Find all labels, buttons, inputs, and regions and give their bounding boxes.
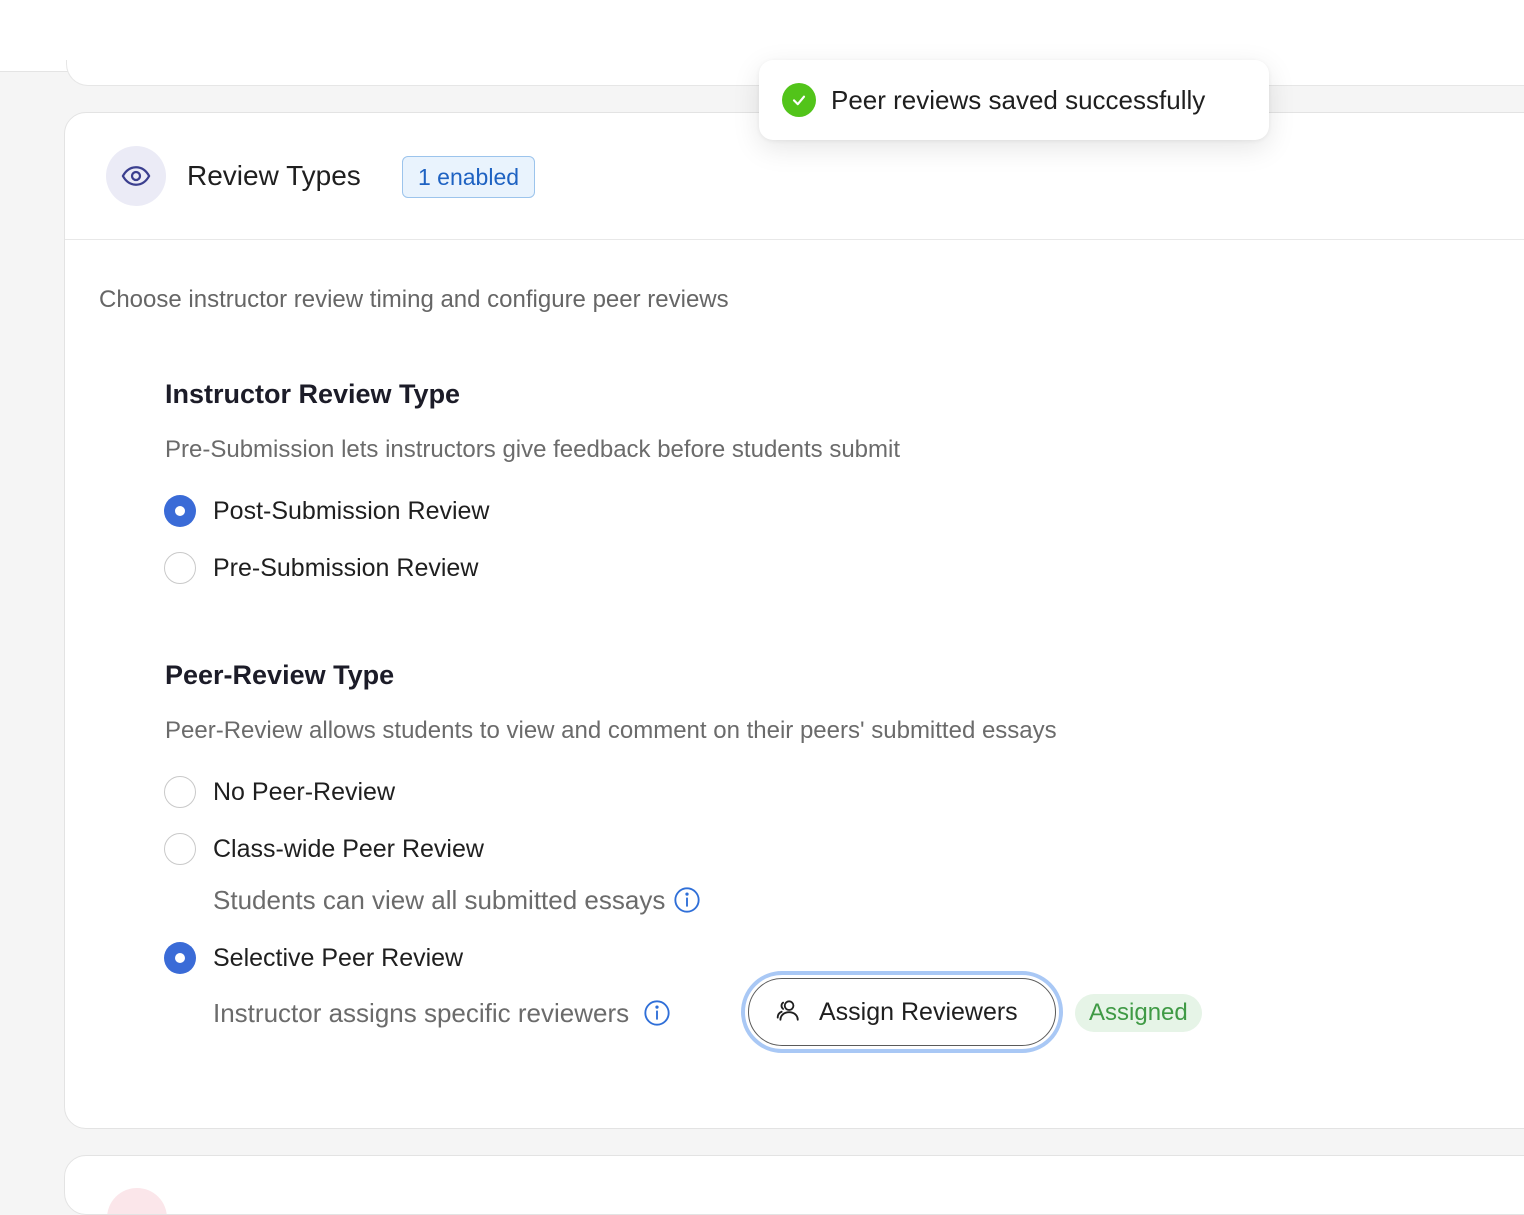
radio-button[interactable] (164, 776, 196, 808)
assign-reviewers-focus-ring: Assign Reviewers (741, 971, 1063, 1053)
info-icon[interactable] (643, 999, 671, 1027)
info-icon[interactable] (673, 886, 701, 914)
radio-post-submission[interactable]: Post-Submission Review (164, 494, 490, 528)
selective-description-text: Instructor assigns specific reviewers (213, 998, 630, 1028)
peer-review-subtitle: Peer-Review allows students to view and … (165, 717, 1057, 744)
radio-button-checked[interactable] (164, 495, 196, 527)
peer-review-title: Peer-Review Type (165, 660, 395, 690)
next-card (64, 1155, 1524, 1215)
class-wide-description-text: Students can view all submitted essays (213, 885, 666, 915)
selective-description: Instructor assigns specific reviewers (213, 997, 671, 1029)
users-icon (775, 997, 801, 1028)
radio-button[interactable] (164, 833, 196, 865)
success-toast: Peer reviews saved successfully (759, 60, 1269, 140)
assigned-status-tag: Assigned (1075, 994, 1202, 1032)
instructor-review-title: Instructor Review Type (165, 379, 461, 409)
toast-message: Peer reviews saved successfully (831, 84, 1206, 115)
radio-label: Post-Submission Review (213, 497, 490, 525)
check-circle-icon (782, 83, 816, 117)
radio-class-wide-peer-review[interactable]: Class-wide Peer Review (164, 832, 484, 866)
review-types-card: Review Types 1 enabled Choose instructor… (64, 112, 1524, 1129)
radio-button-checked[interactable] (164, 942, 196, 974)
radio-label: No Peer-Review (213, 778, 396, 806)
card-title: Review Types (187, 160, 361, 191)
radio-label: Class-wide Peer Review (213, 835, 484, 863)
radio-label: Pre-Submission Review (213, 554, 479, 582)
radio-selective-peer-review[interactable]: Selective Peer Review (164, 941, 463, 975)
instructor-review-subtitle: Pre-Submission lets instructors give fee… (165, 436, 901, 463)
assign-reviewers-button[interactable]: Assign Reviewers (748, 978, 1056, 1046)
assign-reviewers-label: Assign Reviewers (819, 997, 1018, 1026)
radio-no-peer-review[interactable]: No Peer-Review (164, 775, 395, 809)
enabled-count-badge: 1 enabled (402, 156, 536, 198)
radio-label: Selective Peer Review (213, 944, 464, 972)
radio-pre-submission[interactable]: Pre-Submission Review (164, 551, 478, 585)
next-card-icon (107, 1188, 167, 1214)
radio-button[interactable] (164, 552, 196, 584)
card-description: Choose instructor review timing and conf… (99, 286, 729, 313)
eye-icon (106, 146, 166, 206)
class-wide-description: Students can view all submitted essays (213, 884, 701, 916)
